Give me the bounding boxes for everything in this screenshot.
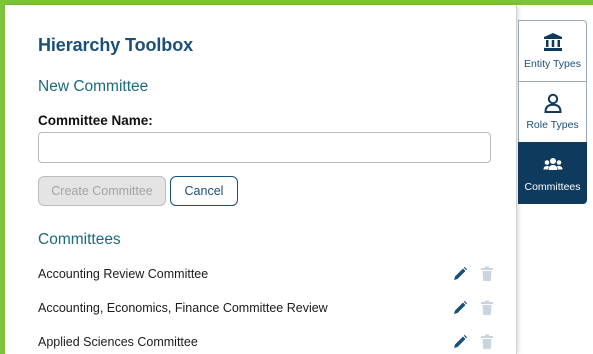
trash-icon[interactable] bbox=[480, 300, 494, 316]
trash-icon[interactable] bbox=[480, 266, 494, 282]
committee-name-input[interactable] bbox=[38, 132, 491, 163]
sidebar-item-label: Role Types bbox=[526, 119, 579, 131]
hierarchy-toolbox-panel: Hierarchy Toolbox New Committee Committe… bbox=[5, 5, 517, 354]
committee-list: Accounting Review Committee Accounting, … bbox=[38, 257, 498, 354]
committee-name-label: Committee Name: bbox=[38, 113, 153, 128]
cancel-button[interactable]: Cancel bbox=[170, 176, 238, 206]
list-item: Accounting, Economics, Finance Committee… bbox=[38, 291, 498, 325]
sidebar-item-label: Committees bbox=[524, 180, 581, 193]
pencil-icon[interactable] bbox=[452, 300, 468, 316]
users-icon bbox=[542, 155, 564, 175]
committee-name: Accounting Review Committee bbox=[38, 267, 209, 281]
pencil-icon[interactable] bbox=[452, 334, 468, 350]
cancel-label: Cancel bbox=[184, 184, 224, 198]
sidebar-item-label: Entity Types bbox=[523, 58, 581, 70]
list-item: Accounting Review Committee bbox=[38, 257, 498, 291]
committees-heading: Committees bbox=[38, 231, 121, 248]
create-committee-label: Create Committee bbox=[51, 184, 153, 198]
committee-name: Applied Sciences Committee bbox=[38, 335, 198, 349]
create-committee-button[interactable]: Create Committee bbox=[38, 176, 166, 206]
new-committee-heading: New Committee bbox=[38, 78, 149, 95]
page-title: Hierarchy Toolbox bbox=[38, 35, 194, 55]
person-icon bbox=[542, 93, 564, 113]
pencil-icon[interactable] bbox=[452, 266, 468, 282]
sidebar-item-entity-types[interactable]: Entity Types bbox=[518, 20, 587, 81]
trash-icon[interactable] bbox=[480, 334, 494, 350]
building-icon bbox=[542, 32, 564, 52]
toolbox-sidebar: Entity Types Role Types Committees bbox=[518, 20, 587, 204]
list-item: Applied Sciences Committee bbox=[38, 325, 498, 354]
sidebar-item-committees[interactable]: Committees bbox=[518, 142, 587, 204]
committee-name: Accounting, Economics, Finance Committee… bbox=[38, 301, 328, 315]
sidebar-item-role-types[interactable]: Role Types bbox=[518, 81, 587, 142]
